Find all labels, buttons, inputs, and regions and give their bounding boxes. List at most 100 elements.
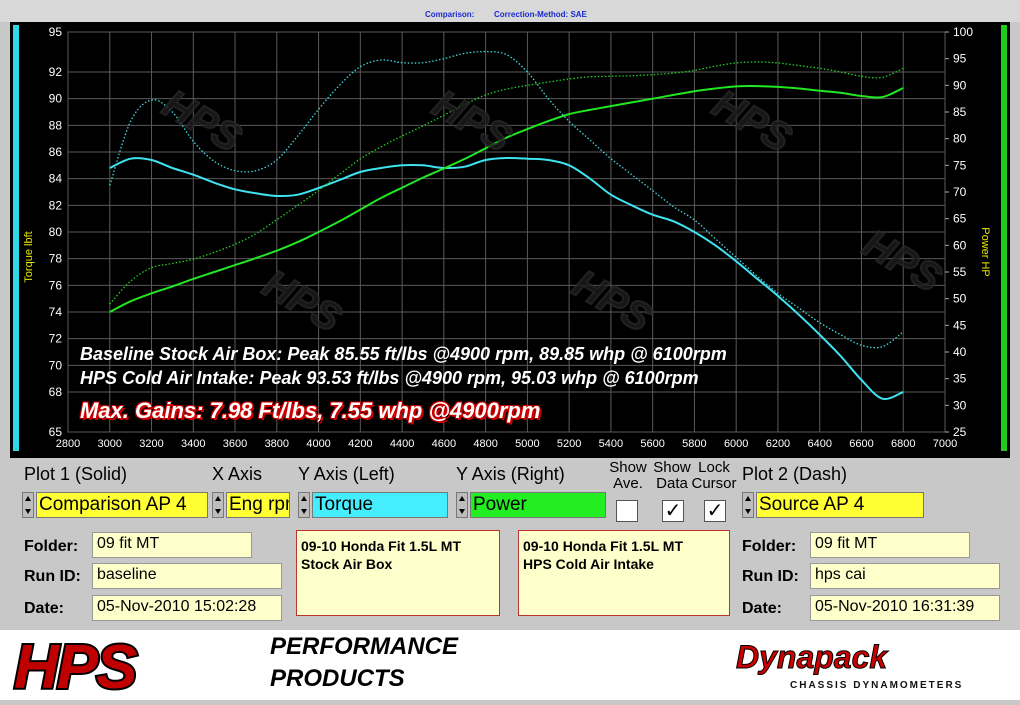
y-left-tick-label: 92 (49, 65, 63, 79)
plot2-spinner[interactable] (742, 492, 754, 518)
left-runid-label: Run ID: (24, 568, 81, 585)
correction-method-label: Correction-Method: SAE (494, 10, 587, 19)
y-right-tick-label: 70 (953, 185, 967, 199)
y-left-tick-label: 82 (49, 198, 63, 212)
y-right-tick-label: 55 (953, 265, 967, 279)
hps-logo: HPS PERFORMANCE PRODUCTS (12, 631, 459, 704)
y-right-tick-label: 45 (953, 318, 967, 332)
x-tick-label: 6200 (766, 438, 790, 450)
x-tick-label: 4200 (348, 438, 372, 450)
y-left-tick-label: 88 (49, 118, 63, 132)
x-axis-select[interactable]: Eng rpm (226, 492, 290, 518)
dynapack-tagline: CHASSIS DYNAMOMETERS (790, 680, 963, 691)
y-right-tick-label: 90 (953, 78, 967, 92)
hps-tagline-2: PRODUCTS (270, 665, 405, 692)
y-left-tick-label: 95 (49, 25, 63, 39)
y-right-tick-label: 25 (953, 425, 967, 439)
x-tick-label: 5400 (599, 438, 623, 450)
x-tick-label: 4000 (306, 438, 330, 450)
y-left-tick-label: 90 (49, 92, 63, 106)
left-axis-color-bar (13, 25, 19, 451)
y-right-tick-label: 75 (953, 158, 967, 172)
control-panel: Plot 1 (Solid) X Axis Y Axis (Left) Y Ax… (10, 458, 1010, 630)
y-right-select[interactable]: Power (470, 492, 606, 518)
y-right-spinner[interactable] (456, 492, 468, 518)
right-folder-field[interactable]: 09 fit MT (810, 532, 970, 558)
x-axis-label: X Axis (212, 464, 263, 484)
x-tick-label: 7000 (933, 438, 957, 450)
max-gains-annotation: Max. Gains: 7.98 Ft/lbs, 7.55 whp @4900r… (80, 398, 541, 423)
x-tick-label: 4600 (432, 438, 456, 450)
y-axis-right-selector-label: Y Axis (Right) (456, 464, 565, 484)
x-tick-label: 3800 (265, 438, 289, 450)
x-tick-label: 3400 (181, 438, 205, 450)
right-runid-label: Run ID: (742, 568, 799, 585)
footer-logos: HPS PERFORMANCE PRODUCTS Dynapack CHASSI… (0, 630, 1020, 704)
run-note-cai[interactable]: 09-10 Honda Fit 1.5L MT HPS Cold Air Int… (518, 530, 730, 616)
right-runid-field[interactable]: hps cai (810, 563, 1000, 589)
y-left-spinner[interactable] (298, 492, 310, 518)
left-folder-field[interactable]: 09 fit MT (92, 532, 252, 558)
y-left-select[interactable]: Torque (312, 492, 448, 518)
baseline-annotation: Baseline Stock Air Box: Peak 85.55 ft/lb… (80, 344, 727, 364)
y-axis-left-label: Torque lbft (23, 231, 35, 282)
x-tick-label: 5000 (515, 438, 539, 450)
x-axis-spinner[interactable] (212, 492, 224, 518)
y-right-tick-label: 85 (953, 105, 967, 119)
run-note-baseline[interactable]: 09-10 Honda Fit 1.5L MT Stock Air Box (296, 530, 500, 616)
x-tick-label: 6000 (724, 438, 748, 450)
power-solid-line (109, 85, 904, 313)
left-date-field[interactable]: 05-Nov-2010 15:02:28 (92, 595, 282, 621)
y-right-tick-label: 50 (953, 292, 967, 306)
lock-cursor-checkbox[interactable]: ✓ (704, 500, 726, 522)
torque-dotted-line (109, 50, 904, 349)
dynapack-logo: Dynapack CHASSIS DYNAMOMETERS (736, 639, 963, 692)
plot2-select[interactable]: Source AP 4 (756, 492, 924, 518)
plot2-label: Plot 2 (Dash) (742, 464, 848, 484)
y-right-tick-label: 60 (953, 238, 967, 252)
y-right-tick-label: 30 (953, 398, 967, 412)
y-left-tick-label: 78 (49, 252, 63, 266)
y-right-tick-label: 80 (953, 132, 967, 146)
show-data-checkbox[interactable]: ✓ (662, 500, 684, 522)
y-left-tick-label: 70 (49, 358, 63, 372)
left-runid-field[interactable]: baseline (92, 563, 282, 589)
y-right-tick-label: 35 (953, 372, 967, 386)
plot1-spinner[interactable] (22, 492, 34, 518)
y-left-tick-label: 84 (49, 172, 63, 186)
right-date-label: Date: (742, 600, 783, 617)
y-left-tick-label: 76 (49, 278, 63, 292)
x-tick-label: 3200 (139, 438, 163, 450)
hps-tagline-1: PERFORMANCE (270, 633, 459, 660)
left-folder-label: Folder: (24, 538, 79, 555)
x-tick-label: 3600 (223, 438, 247, 450)
y-left-tick-label: 68 (49, 385, 63, 399)
show-ave-label: Show Ave. (609, 459, 647, 492)
y-left-tick-label: 74 (49, 305, 63, 319)
y-left-tick-label: 65 (49, 425, 63, 439)
right-axis-color-bar (1001, 25, 1007, 451)
x-tick-label: 4400 (390, 438, 414, 450)
x-tick-label: 2800 (56, 438, 80, 450)
dynapack-brand: Dynapack (736, 639, 889, 675)
dyno-chart: 2800 3000 3200 3400 3600 3800 4000 4200 4400 4600… (10, 22, 1010, 458)
left-date-label: Date: (24, 600, 65, 617)
plot1-select[interactable]: Comparison AP 4 (36, 492, 208, 518)
title-bar: Comparison: Correction-Method: SAE (0, 0, 1020, 22)
footer-svg: HPS PERFORMANCE PRODUCTS Dynapack CHASSI… (12, 631, 963, 704)
x-tick-label: 6600 (849, 438, 873, 450)
x-tick-label: 5600 (640, 438, 664, 450)
y-right-tick-label: 40 (953, 345, 967, 359)
x-tick-label: 6400 (807, 438, 831, 450)
show-ave-checkbox[interactable] (616, 500, 638, 522)
x-tick-label: 3000 (98, 438, 122, 450)
right-date-field[interactable]: 05-Nov-2010 16:31:39 (810, 595, 1000, 621)
y-right-tick-label: 95 (953, 52, 967, 66)
y-left-tick-label: 80 (49, 225, 63, 239)
y-left-tick-label: 72 (49, 332, 63, 346)
chart-svg: 2800 3000 3200 3400 3600 3800 4000 4200 4400 4600… (13, 25, 1007, 451)
y-right-tick-label: 65 (953, 212, 967, 226)
hps-logo-letters: HPS (14, 633, 137, 700)
right-folder-label: Folder: (742, 538, 797, 555)
y-axis-left-selector-label: Y Axis (Left) (298, 464, 395, 484)
